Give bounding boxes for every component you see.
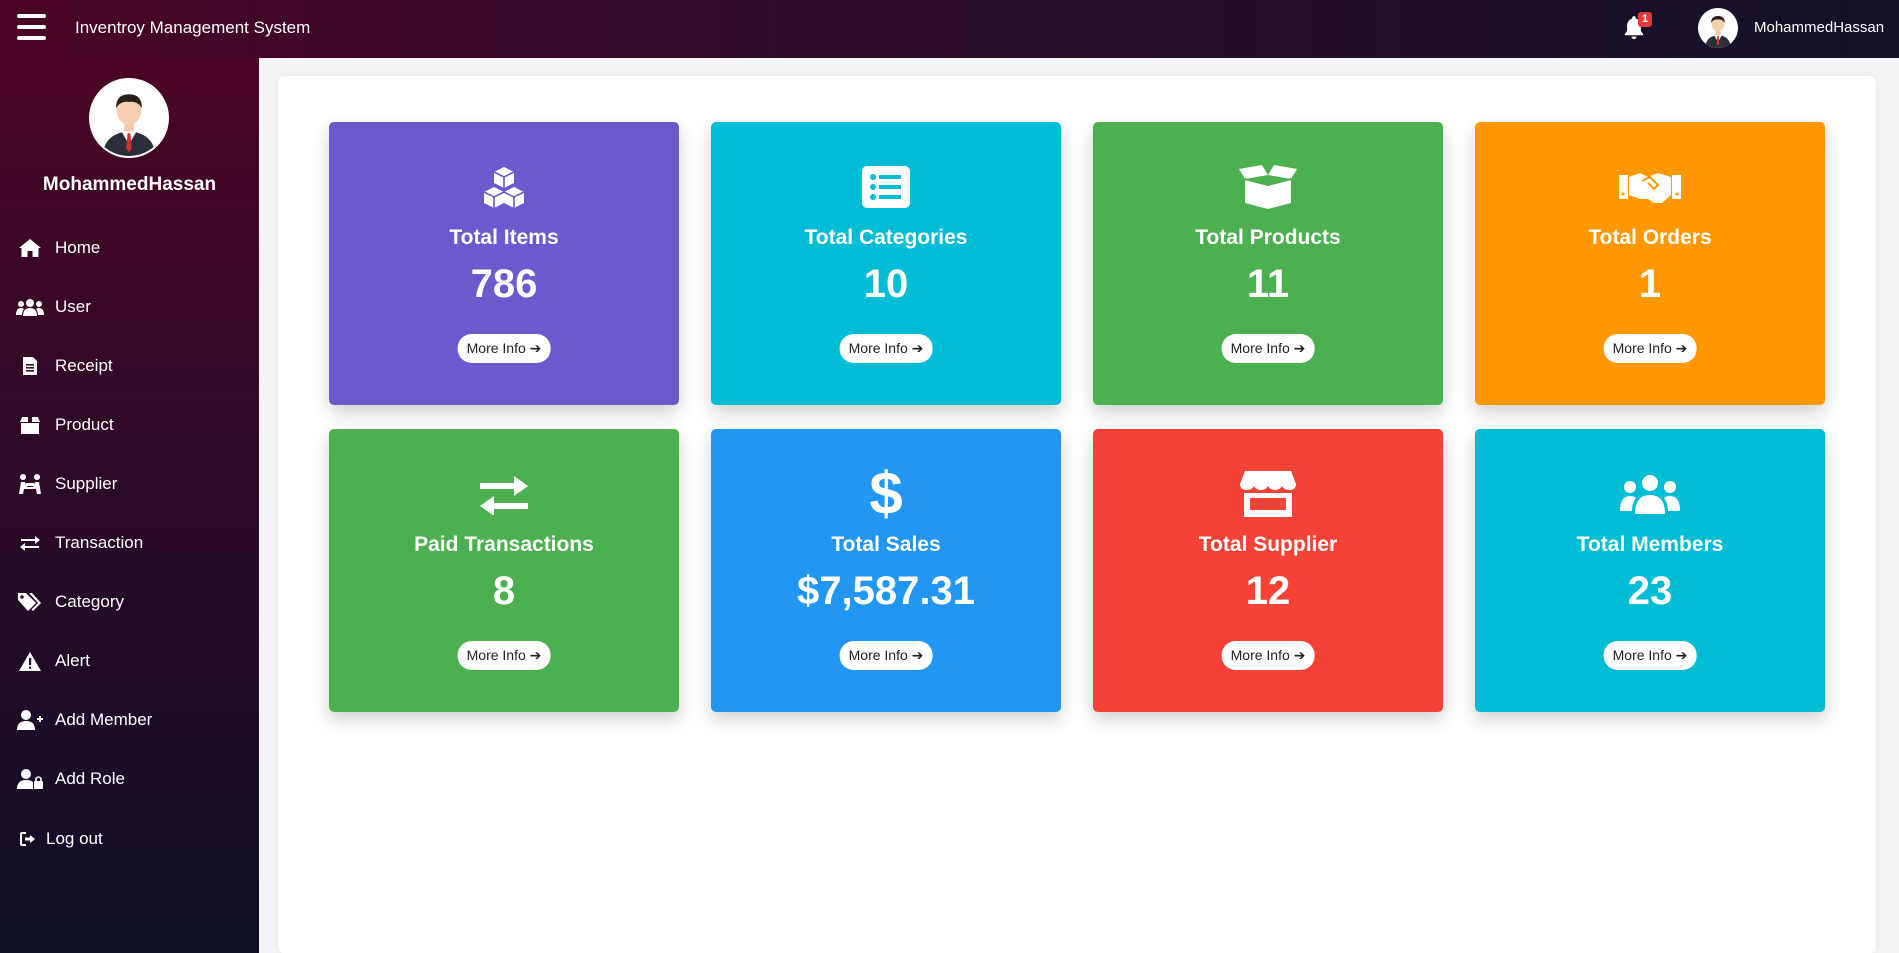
tile-value: 8 — [492, 569, 516, 613]
sidebar-item-logout[interactable]: Log out — [0, 819, 259, 859]
user-lock-icon — [15, 766, 45, 792]
arrow-right-icon: ➔ — [1675, 647, 1688, 663]
sidebar-item-product[interactable]: Product — [0, 405, 259, 445]
sidebar-item-alert[interactable]: Alert — [0, 641, 259, 681]
avatar[interactable] — [1698, 8, 1738, 48]
tile-title: Total Items — [449, 226, 559, 249]
warning-icon — [15, 648, 45, 674]
app-title: Inventroy Management System — [75, 18, 311, 37]
sidebar-username: MohammedHassan — [42, 174, 217, 195]
arrow-right-icon: ➔ — [1293, 340, 1306, 356]
receipt-icon — [15, 353, 45, 379]
sidebar-item-category[interactable]: Category — [0, 582, 259, 622]
sidebar-avatar — [89, 78, 169, 158]
sidebar-item-receipt[interactable]: Receipt — [0, 346, 259, 386]
sidebar-item-home[interactable]: Home — [0, 228, 259, 268]
sidebar-item-supplier[interactable]: Supplier — [0, 464, 259, 504]
more-info-label: More Info — [466, 647, 526, 663]
arrow-right-icon: ➔ — [911, 340, 924, 356]
tags-icon — [15, 589, 45, 615]
sidebar-item-label: Add Member — [55, 710, 153, 729]
store-icon — [1093, 469, 1443, 519]
box-icon — [15, 412, 45, 438]
sidebar-item-user[interactable]: User — [0, 287, 259, 327]
dollar-icon: $ — [869, 460, 903, 527]
sidebar-item-label: Supplier — [55, 474, 118, 493]
handshake-icon — [1475, 162, 1825, 212]
tile-total-members: Total Members 23 More Info ➔ — [1475, 429, 1825, 712]
arrow-right-icon: ➔ — [1293, 647, 1306, 663]
tile-title: Total Supplier — [1198, 533, 1338, 556]
arrow-right-icon: ➔ — [911, 647, 924, 663]
exchange-icon — [329, 469, 679, 519]
sidebar-item-label: Log out — [46, 829, 103, 848]
arrow-right-icon: ➔ — [529, 340, 542, 356]
tile-total-orders: Total Orders 1 More Info ➔ — [1475, 122, 1825, 405]
exchange-icon — [15, 530, 45, 556]
sidebar-item-label: Receipt — [55, 356, 113, 375]
tile-value: 23 — [1627, 569, 1673, 613]
more-info-label: More Info — [848, 647, 908, 663]
tile-value: $7,587.31 — [797, 569, 975, 613]
arrow-right-icon: ➔ — [529, 647, 542, 663]
home-icon — [15, 235, 45, 261]
users-icon — [1475, 469, 1825, 519]
tile-title: Total Categories — [804, 226, 968, 249]
sidebar-item-label: Home — [55, 238, 101, 257]
tile-title: Total Members — [1576, 533, 1724, 556]
tile-value: 11 — [1246, 262, 1290, 306]
sidebar-item-label: User — [55, 297, 91, 316]
users-icon — [15, 294, 45, 320]
more-info-label: More Info — [1230, 340, 1290, 356]
open-box-icon — [1093, 162, 1443, 212]
top-username[interactable]: MohammedHassan — [1754, 19, 1884, 36]
tile-total-items: Total Items 786 More Info ➔ — [329, 122, 679, 405]
more-info-label: More Info — [1612, 647, 1672, 663]
tile-value: 1 — [1638, 262, 1662, 306]
more-info-button[interactable]: More Info ➔ — [1221, 641, 1315, 670]
sidebar-item-label: Alert — [55, 651, 90, 670]
sidebar-item-add-member[interactable]: Add Member — [0, 700, 259, 740]
more-info-button[interactable]: More Info ➔ — [1221, 334, 1315, 363]
tile-total-sales: $ Total Sales $7,587.31 More Info ➔ — [711, 429, 1061, 712]
more-info-button[interactable]: More Info ➔ — [839, 334, 933, 363]
tile-value: 12 — [1245, 569, 1291, 613]
supplier-icon — [15, 471, 45, 497]
sidebar-item-label: Category — [55, 592, 124, 611]
more-info-label: More Info — [848, 340, 908, 356]
sidebar-item-transaction[interactable]: Transaction — [0, 523, 259, 563]
more-info-label: More Info — [1612, 340, 1672, 356]
more-info-button[interactable]: More Info ➔ — [839, 641, 933, 670]
sidebar-item-label: Add Role — [55, 769, 125, 788]
sidebar: MohammedHassan Home User Receipt Product… — [0, 58, 259, 953]
user-plus-icon — [15, 707, 45, 733]
notification-badge: 1 — [1638, 12, 1653, 27]
tile-title: Total Orders — [1588, 226, 1712, 249]
tile-title: Total Products — [1195, 226, 1341, 249]
tile-total-supplier: Total Supplier 12 More Info ➔ — [1093, 429, 1443, 712]
tile-paid-transactions: Paid Transactions 8 More Info ➔ — [329, 429, 679, 712]
tile-value: 10 — [863, 262, 909, 306]
more-info-button[interactable]: More Info ➔ — [457, 641, 551, 670]
tile-total-categories: Total Categories 10 More Info ➔ — [711, 122, 1061, 405]
tile-total-products: Total Products 11 More Info ➔ — [1093, 122, 1443, 405]
arrow-right-icon: ➔ — [1675, 340, 1688, 356]
list-icon — [711, 162, 1061, 212]
tile-value: 786 — [470, 262, 538, 306]
more-info-button[interactable]: More Info ➔ — [1603, 334, 1697, 363]
sidebar-item-label: Transaction — [55, 533, 144, 552]
tile-title: Total Sales — [831, 533, 941, 556]
sidebar-item-add-role[interactable]: Add Role — [0, 759, 259, 799]
sign-out-icon — [18, 826, 38, 852]
menu-toggle-button[interactable] — [17, 14, 46, 40]
tile-title: Paid Transactions — [414, 533, 594, 556]
sidebar-item-label: Product — [55, 415, 114, 434]
cubes-icon — [329, 162, 679, 212]
more-info-button[interactable]: More Info ➔ — [457, 334, 551, 363]
more-info-label: More Info — [1230, 647, 1290, 663]
more-info-button[interactable]: More Info ➔ — [1603, 641, 1697, 670]
more-info-label: More Info — [466, 340, 526, 356]
top-navbar: Inventroy Management System 1 MohammedHa… — [0, 0, 1899, 58]
